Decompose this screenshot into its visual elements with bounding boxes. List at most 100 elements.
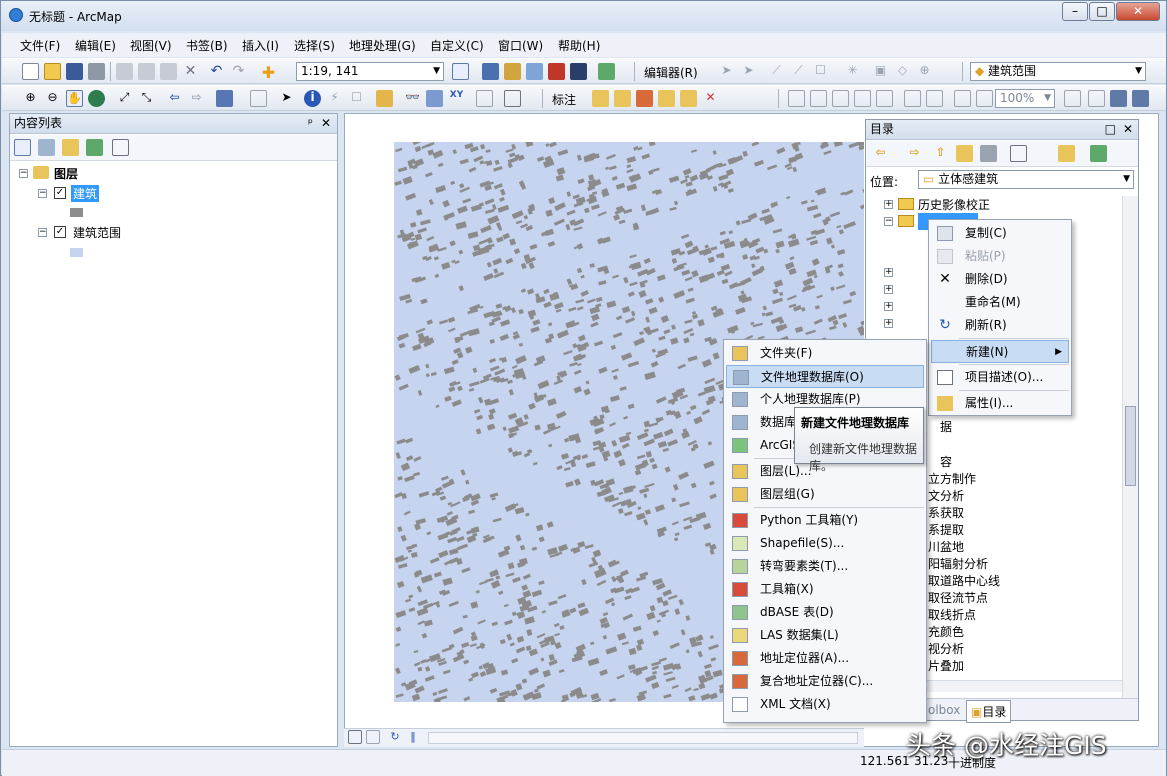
- focus-data-frame-icon[interactable]: [1088, 90, 1105, 107]
- html-popup-icon[interactable]: ☐: [348, 90, 365, 107]
- list-by-source-icon[interactable]: [38, 139, 55, 156]
- pan-hand-icon[interactable]: ✋: [66, 90, 83, 107]
- layout-zoom-in-icon[interactable]: [788, 90, 805, 107]
- new-menu-item-15[interactable]: XML 文档(X): [726, 693, 924, 716]
- layer-symbol-swatch[interactable]: [70, 208, 83, 217]
- hyperlink-icon[interactable]: ⚡: [326, 90, 343, 107]
- find-route-icon[interactable]: [426, 90, 443, 107]
- layout-view-icon[interactable]: [366, 730, 380, 744]
- expand-icon[interactable]: +: [884, 285, 893, 294]
- catalog-item[interactable]: 视分析: [928, 640, 964, 657]
- expand-icon[interactable]: +: [884, 319, 893, 328]
- collapse-layers-icon[interactable]: −: [19, 169, 28, 178]
- data-view-icon[interactable]: [348, 730, 362, 744]
- endpoint-arc-icon[interactable]: ⟋: [790, 63, 807, 80]
- catalog-item[interactable]: 系获取: [928, 504, 964, 521]
- new-menu-item-12[interactable]: LAS 数据集(L): [726, 624, 924, 647]
- catalog-item[interactable]: 取径流节点: [928, 589, 988, 606]
- expand-icon[interactable]: +: [884, 200, 893, 209]
- create-viewer-window-icon[interactable]: [504, 90, 521, 107]
- select-elements-arrow-icon[interactable]: ➤: [278, 90, 295, 107]
- catalog-close-button[interactable]: ✕: [1123, 120, 1133, 139]
- layout-zoom-out-icon[interactable]: [810, 90, 827, 107]
- list-by-drawing-order-icon[interactable]: [14, 139, 31, 156]
- edit-tool-icon[interactable]: ➤: [718, 63, 735, 80]
- zoom-out-icon[interactable]: ⊖: [44, 90, 61, 107]
- layout-pan-icon[interactable]: [832, 90, 849, 107]
- menu-customize[interactable]: 自定义(C): [430, 37, 484, 54]
- layer-visibility-checkbox[interactable]: ✓: [54, 226, 66, 238]
- catalog-maximize-button[interactable]: □: [1105, 120, 1116, 139]
- scale-combo[interactable]: 1:19, 141 ▼: [296, 62, 444, 81]
- layer-name-building-extent[interactable]: 建筑范围: [73, 224, 121, 241]
- new-document-icon[interactable]: [22, 63, 39, 80]
- forward-icon[interactable]: ⇨: [906, 145, 923, 162]
- trace-icon[interactable]: ☐: [812, 63, 829, 80]
- maximize-button[interactable]: □: [1089, 2, 1115, 21]
- menu-selection[interactable]: 选择(S): [294, 37, 335, 54]
- layout-forward-icon[interactable]: [976, 90, 993, 107]
- list-by-selection-icon[interactable]: [86, 139, 103, 156]
- catalog-horizontal-scrollbar[interactable]: [926, 680, 1122, 692]
- fixed-layout-zoom-out-icon[interactable]: [926, 90, 943, 107]
- toggle-draft-mode-icon[interactable]: [1064, 90, 1081, 107]
- unplaced-labels-icon[interactable]: [614, 90, 631, 107]
- new-menu-item-8[interactable]: Shapefile(S)...: [726, 532, 924, 555]
- catalog-item[interactable]: 容: [940, 453, 952, 470]
- cut-polygons-icon[interactable]: ⊕: [916, 63, 933, 80]
- python-window-icon[interactable]: [570, 63, 587, 80]
- minimize-button[interactable]: –: [1062, 2, 1088, 21]
- catalog-item[interactable]: 片叠加: [928, 657, 964, 674]
- find-binoculars-icon[interactable]: 👓: [404, 90, 421, 107]
- list-by-visibility-icon[interactable]: [62, 139, 79, 156]
- layer-symbol-swatch[interactable]: [70, 248, 83, 257]
- toc-close-button[interactable]: ✕: [321, 114, 331, 133]
- menu-edit[interactable]: 编辑(E): [75, 37, 116, 54]
- new-menu-item-7[interactable]: Python 工具箱(Y): [726, 509, 924, 532]
- new-menu-item-6[interactable]: 图层组(G): [726, 483, 924, 506]
- expand-icon[interactable]: +: [884, 268, 893, 277]
- editor-menu[interactable]: 编辑器(R): [644, 64, 698, 81]
- menu-item-delete[interactable]: ✕ 删除(D): [931, 268, 1069, 291]
- editor-toolbar-icon[interactable]: [452, 63, 469, 80]
- expand-icon[interactable]: +: [884, 302, 893, 311]
- add-data-icon[interactable]: ✚: [260, 63, 277, 82]
- pin-icon[interactable]: ᵖ: [308, 114, 313, 133]
- time-slider-icon[interactable]: [476, 90, 493, 107]
- catalog-item[interactable]: 据: [940, 418, 952, 435]
- close-button[interactable]: ✕: [1116, 2, 1160, 21]
- menu-insert[interactable]: 插入(I): [242, 37, 279, 54]
- collapse-layer-icon[interactable]: −: [38, 228, 47, 237]
- connect-folder-icon[interactable]: [980, 145, 997, 162]
- table-of-contents-window-icon[interactable]: [482, 63, 499, 80]
- collapse-layer-icon[interactable]: −: [38, 189, 47, 198]
- fixed-zoom-out-icon[interactable]: ⤡: [138, 90, 155, 107]
- forward-arrow-icon[interactable]: ⇨: [188, 90, 205, 107]
- menu-file[interactable]: 文件(F): [20, 37, 60, 54]
- new-menu-item-1[interactable]: 文件地理数据库(O): [726, 365, 924, 388]
- menu-help[interactable]: 帮助(H): [558, 37, 600, 54]
- catalog-item[interactable]: 充颜色: [928, 623, 964, 640]
- clear-selection-icon[interactable]: [250, 90, 267, 107]
- paste-icon[interactable]: [160, 63, 177, 80]
- save-icon[interactable]: [66, 63, 83, 80]
- menu-item-properties[interactable]: 属性(I)...: [931, 392, 1069, 415]
- tab-arctoolbox[interactable]: olbox: [928, 703, 960, 717]
- view-unplaced-icon[interactable]: [680, 90, 697, 107]
- menu-item-description[interactable]: 项目描述(O)...: [931, 366, 1069, 389]
- catalog-item-history[interactable]: 历史影像校正: [918, 196, 990, 213]
- new-menu-item-10[interactable]: 工具箱(X): [726, 578, 924, 601]
- delete-icon[interactable]: ✕: [182, 63, 199, 80]
- collapse-icon[interactable]: −: [884, 217, 893, 226]
- cut-icon[interactable]: [116, 63, 133, 80]
- tree-toggle-icon[interactable]: [1090, 145, 1107, 162]
- menu-windows[interactable]: 窗口(W): [498, 37, 543, 54]
- copy-icon[interactable]: [138, 63, 155, 80]
- search-window-icon[interactable]: [526, 63, 543, 80]
- scrollbar-thumb[interactable]: [1125, 406, 1136, 486]
- change-layout-icon[interactable]: [1110, 90, 1127, 107]
- layer-name-buildings[interactable]: 建筑: [71, 185, 100, 202]
- identify-icon[interactable]: i: [304, 90, 321, 107]
- menu-geoprocessing[interactable]: 地理处理(G): [349, 37, 416, 54]
- views-icon[interactable]: [1010, 145, 1027, 162]
